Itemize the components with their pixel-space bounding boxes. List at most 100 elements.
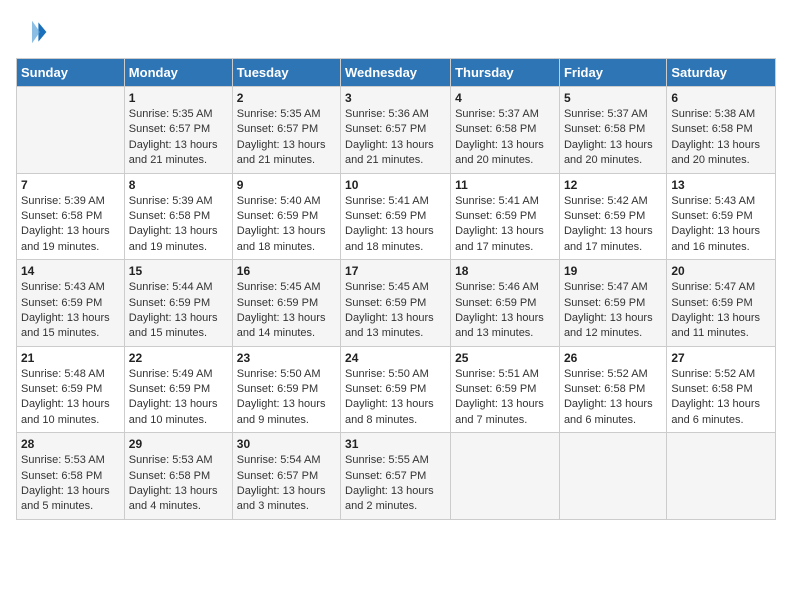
day-info: Sunrise: 5:41 AM Sunset: 6:59 PM Dayligh… <box>455 194 555 256</box>
day-number: 31 <box>345 437 446 451</box>
day-info: Sunrise: 5:50 AM Sunset: 6:59 PM Dayligh… <box>345 367 446 429</box>
day-number: 24 <box>345 351 446 365</box>
calendar-cell: 22 Sunrise: 5:49 AM Sunset: 6:59 PM Dayli… <box>124 346 232 433</box>
calendar-cell: 2 Sunrise: 5:35 AM Sunset: 6:57 PM Daylig… <box>232 87 340 174</box>
day-number: 28 <box>21 437 120 451</box>
day-number: 17 <box>345 264 446 278</box>
day-number: 14 <box>21 264 120 278</box>
day-info: Sunrise: 5:37 AM Sunset: 6:58 PM Dayligh… <box>455 107 555 169</box>
day-number: 10 <box>345 178 446 192</box>
calendar-cell: 18 Sunrise: 5:46 AM Sunset: 6:59 PM Dayli… <box>451 260 560 347</box>
day-info: Sunrise: 5:53 AM Sunset: 6:58 PM Dayligh… <box>129 453 228 515</box>
day-number: 8 <box>129 178 228 192</box>
day-info: Sunrise: 5:38 AM Sunset: 6:58 PM Dayligh… <box>671 107 771 169</box>
day-number: 16 <box>237 264 336 278</box>
calendar-cell <box>451 433 560 520</box>
day-info: Sunrise: 5:44 AM Sunset: 6:59 PM Dayligh… <box>129 280 228 342</box>
day-info: Sunrise: 5:53 AM Sunset: 6:58 PM Dayligh… <box>21 453 120 515</box>
day-info: Sunrise: 5:47 AM Sunset: 6:59 PM Dayligh… <box>564 280 662 342</box>
calendar-cell: 4 Sunrise: 5:37 AM Sunset: 6:58 PM Daylig… <box>451 87 560 174</box>
calendar-cell: 3 Sunrise: 5:36 AM Sunset: 6:57 PM Daylig… <box>341 87 451 174</box>
calendar-cell: 29 Sunrise: 5:53 AM Sunset: 6:58 PM Dayli… <box>124 433 232 520</box>
day-number: 25 <box>455 351 555 365</box>
day-number: 27 <box>671 351 771 365</box>
day-info: Sunrise: 5:37 AM Sunset: 6:58 PM Dayligh… <box>564 107 662 169</box>
calendar-cell: 12 Sunrise: 5:42 AM Sunset: 6:59 PM Dayli… <box>559 173 666 260</box>
col-header-monday: Monday <box>124 59 232 87</box>
calendar-cell: 15 Sunrise: 5:44 AM Sunset: 6:59 PM Dayli… <box>124 260 232 347</box>
day-info: Sunrise: 5:43 AM Sunset: 6:59 PM Dayligh… <box>671 194 771 256</box>
day-info: Sunrise: 5:47 AM Sunset: 6:59 PM Dayligh… <box>671 280 771 342</box>
day-number: 11 <box>455 178 555 192</box>
day-info: Sunrise: 5:35 AM Sunset: 6:57 PM Dayligh… <box>237 107 336 169</box>
week-row-3: 14 Sunrise: 5:43 AM Sunset: 6:59 PM Dayli… <box>17 260 776 347</box>
day-number: 23 <box>237 351 336 365</box>
day-number: 7 <box>21 178 120 192</box>
day-number: 5 <box>564 91 662 105</box>
calendar-cell: 9Sunrise: 5:40 AM Sunset: 6:59 PM Daylig… <box>232 173 340 260</box>
day-number: 18 <box>455 264 555 278</box>
calendar-cell <box>559 433 666 520</box>
day-info: Sunrise: 5:54 AM Sunset: 6:57 PM Dayligh… <box>237 453 336 515</box>
calendar-cell: 19 Sunrise: 5:47 AM Sunset: 6:59 PM Dayli… <box>559 260 666 347</box>
calendar-cell: 5 Sunrise: 5:37 AM Sunset: 6:58 PM Daylig… <box>559 87 666 174</box>
day-info: Sunrise: 5:45 AM Sunset: 6:59 PM Dayligh… <box>237 280 336 342</box>
day-number: 1 <box>129 91 228 105</box>
day-number: 22 <box>129 351 228 365</box>
day-info: Sunrise: 5:49 AM Sunset: 6:59 PM Dayligh… <box>129 367 228 429</box>
day-info: Sunrise: 5:50 AM Sunset: 6:59 PM Dayligh… <box>237 367 336 429</box>
calendar-cell: 8 Sunrise: 5:39 AM Sunset: 6:58 PM Daylig… <box>124 173 232 260</box>
day-number: 12 <box>564 178 662 192</box>
calendar-cell: 30 Sunrise: 5:54 AM Sunset: 6:57 PM Dayli… <box>232 433 340 520</box>
day-info: Sunrise: 5:48 AM Sunset: 6:59 PM Dayligh… <box>21 367 120 429</box>
day-number: 2 <box>237 91 336 105</box>
week-row-1: 1 Sunrise: 5:35 AM Sunset: 6:57 PM Daylig… <box>17 87 776 174</box>
calendar-cell: 27 Sunrise: 5:52 AM Sunset: 6:58 PM Dayli… <box>667 346 776 433</box>
day-info: Sunrise: 5:51 AM Sunset: 6:59 PM Dayligh… <box>455 367 555 429</box>
header <box>16 16 776 48</box>
day-info: Sunrise: 5:39 AM Sunset: 6:58 PM Dayligh… <box>129 194 228 256</box>
calendar-cell: 14 Sunrise: 5:43 AM Sunset: 6:59 PM Dayli… <box>17 260 125 347</box>
calendar-cell: 6 Sunrise: 5:38 AM Sunset: 6:58 PM Daylig… <box>667 87 776 174</box>
day-info: Sunrise: 5:42 AM Sunset: 6:59 PM Dayligh… <box>564 194 662 256</box>
day-info: Sunrise: 5:41 AM Sunset: 6:59 PM Dayligh… <box>345 194 446 256</box>
calendar-cell: 20 Sunrise: 5:47 AM Sunset: 6:59 PM Dayli… <box>667 260 776 347</box>
day-info: Sunrise: 5:36 AM Sunset: 6:57 PM Dayligh… <box>345 107 446 169</box>
day-number: 29 <box>129 437 228 451</box>
day-info: Sunrise: 5:45 AM Sunset: 6:59 PM Dayligh… <box>345 280 446 342</box>
day-number: 4 <box>455 91 555 105</box>
day-number: 21 <box>21 351 120 365</box>
week-row-2: 7 Sunrise: 5:39 AM Sunset: 6:58 PM Daylig… <box>17 173 776 260</box>
col-header-sunday: Sunday <box>17 59 125 87</box>
calendar-cell: 31 Sunrise: 5:55 AM Sunset: 6:57 PM Dayli… <box>341 433 451 520</box>
calendar-cell: 10 Sunrise: 5:41 AM Sunset: 6:59 PM Dayli… <box>341 173 451 260</box>
day-number: 20 <box>671 264 771 278</box>
col-header-saturday: Saturday <box>667 59 776 87</box>
calendar-cell: 26 Sunrise: 5:52 AM Sunset: 6:58 PM Dayli… <box>559 346 666 433</box>
calendar-cell: 24 Sunrise: 5:50 AM Sunset: 6:59 PM Dayli… <box>341 346 451 433</box>
calendar-cell <box>17 87 125 174</box>
day-info: Sunrise: 5:46 AM Sunset: 6:59 PM Dayligh… <box>455 280 555 342</box>
day-number: 6 <box>671 91 771 105</box>
col-header-tuesday: Tuesday <box>232 59 340 87</box>
col-header-thursday: Thursday <box>451 59 560 87</box>
day-info: Sunrise: 5:43 AM Sunset: 6:59 PM Dayligh… <box>21 280 120 342</box>
calendar-cell: 16 Sunrise: 5:45 AM Sunset: 6:59 PM Dayli… <box>232 260 340 347</box>
calendar-cell: 25 Sunrise: 5:51 AM Sunset: 6:59 PM Dayli… <box>451 346 560 433</box>
day-number: 19 <box>564 264 662 278</box>
day-info: Sunrise: 5:52 AM Sunset: 6:58 PM Dayligh… <box>564 367 662 429</box>
day-info: Sunrise: 5:55 AM Sunset: 6:57 PM Dayligh… <box>345 453 446 515</box>
day-info: Sunrise: 5:52 AM Sunset: 6:58 PM Dayligh… <box>671 367 771 429</box>
day-number: 3 <box>345 91 446 105</box>
calendar-cell: 23 Sunrise: 5:50 AM Sunset: 6:59 PM Dayli… <box>232 346 340 433</box>
week-row-4: 21 Sunrise: 5:48 AM Sunset: 6:59 PM Dayli… <box>17 346 776 433</box>
day-number: 30 <box>237 437 336 451</box>
calendar-cell: 17 Sunrise: 5:45 AM Sunset: 6:59 PM Dayli… <box>341 260 451 347</box>
day-number: 26 <box>564 351 662 365</box>
day-number: 15 <box>129 264 228 278</box>
day-info: Sunrise: 5:39 AM Sunset: 6:58 PM Dayligh… <box>21 194 120 256</box>
col-header-friday: Friday <box>559 59 666 87</box>
week-row-5: 28 Sunrise: 5:53 AM Sunset: 6:58 PM Dayli… <box>17 433 776 520</box>
calendar-cell: 1Sunrise: 5:35 AM Sunset: 6:57 PM Daylig… <box>124 87 232 174</box>
calendar-cell: 11 Sunrise: 5:41 AM Sunset: 6:59 PM Dayli… <box>451 173 560 260</box>
